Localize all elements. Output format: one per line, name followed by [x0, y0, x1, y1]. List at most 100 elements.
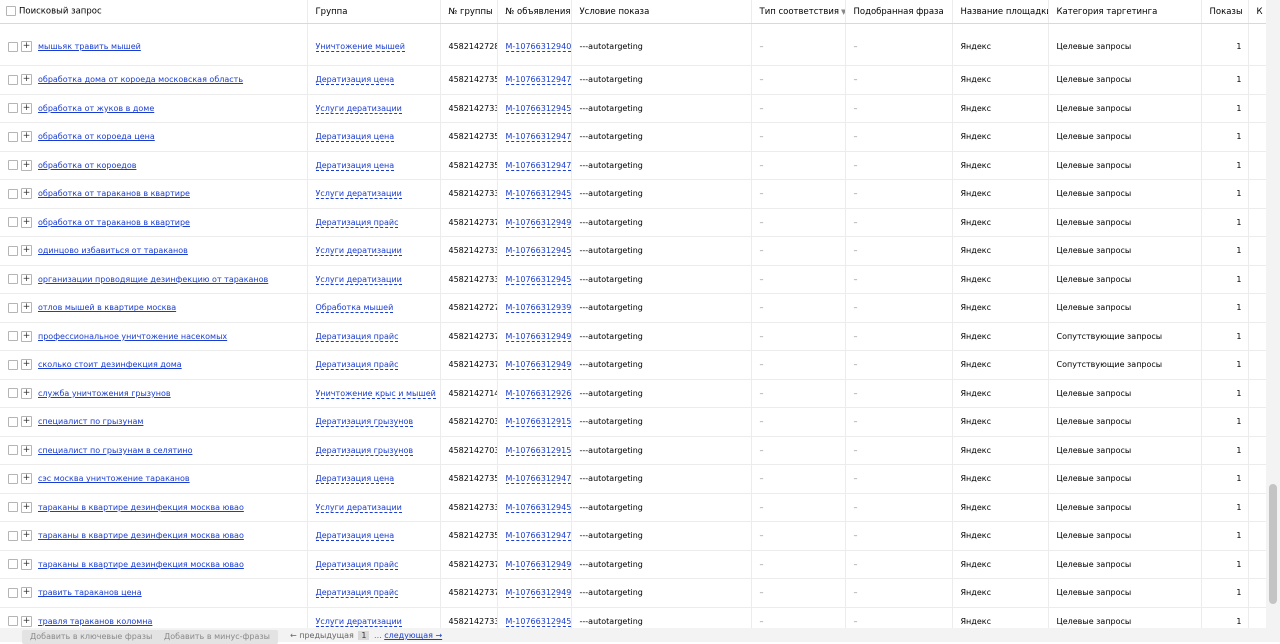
expand-plus-icon[interactable]: + [21, 216, 32, 228]
row-checkbox[interactable] [8, 160, 18, 171]
select-all-checkbox[interactable] [6, 6, 16, 17]
row-checkbox[interactable] [8, 103, 18, 114]
filter-triangle-down-icon[interactable]: ▼ [841, 8, 844, 16]
query-link[interactable]: организации проводящие дезинфекцию от та… [38, 275, 268, 284]
group-link[interactable]: Дератизация прайс [315, 360, 399, 371]
header-platform[interactable]: Название площадки [952, 0, 1049, 24]
group-link[interactable]: Услуги дератизации [315, 189, 402, 200]
row-checkbox[interactable] [8, 559, 18, 570]
group-link[interactable]: Дератизация прайс [315, 588, 399, 599]
query-link[interactable]: служба уничтожения грызунов [38, 389, 171, 398]
expand-plus-icon[interactable]: + [21, 615, 32, 627]
row-checkbox[interactable] [8, 131, 18, 142]
query-link[interactable]: обработка от тараканов в квартире [38, 189, 190, 198]
header-query[interactable]: Поисковый запрос [0, 0, 308, 24]
group-link[interactable]: Услуги дератизации [315, 616, 402, 627]
row-checkbox[interactable] [8, 274, 18, 285]
group-link[interactable]: Дератизация цена [315, 75, 395, 86]
group-link[interactable]: Услуги дератизации [315, 502, 402, 513]
expand-plus-icon[interactable]: + [21, 273, 32, 285]
query-link[interactable]: тараканы в квартире дезинфекция москва ю… [38, 560, 244, 569]
query-link[interactable]: специалист по грызунам [38, 417, 143, 426]
query-link[interactable]: сэс москва уничтожение тараканов [38, 474, 190, 483]
ad-link[interactable]: M-10766312945 [505, 103, 570, 114]
ad-link[interactable]: M-10766312945 [505, 274, 570, 285]
query-link[interactable]: травить тараканов цена [38, 588, 142, 597]
query-link[interactable]: обработка от короеда цена [38, 132, 155, 141]
group-link[interactable]: Уничтожение крыс и мышей [315, 388, 436, 399]
ad-link[interactable]: M-10766312915 [505, 445, 570, 456]
expand-plus-icon[interactable]: + [21, 587, 32, 599]
query-link[interactable]: обработка от жуков в доме [38, 104, 154, 113]
expand-plus-icon[interactable]: + [21, 302, 32, 314]
group-link[interactable]: Дератизация цена [315, 132, 395, 143]
row-checkbox[interactable] [8, 245, 18, 256]
row-checkbox[interactable] [8, 74, 18, 85]
header-phrase[interactable]: Подобранная фраза [845, 0, 953, 24]
row-checkbox[interactable] [8, 502, 18, 513]
expand-plus-icon[interactable]: + [21, 159, 32, 171]
ad-link[interactable]: M-10766312915 [505, 417, 570, 428]
header-group[interactable]: Группа [307, 0, 441, 24]
query-link[interactable]: одинцово избавиться от тараканов [38, 246, 188, 255]
query-link[interactable]: травля тараканов коломна [38, 617, 152, 626]
group-link[interactable]: Дератизация цена [315, 531, 395, 542]
ad-link[interactable]: M-10766312945 [505, 246, 570, 257]
expand-plus-icon[interactable]: + [21, 416, 32, 428]
expand-plus-icon[interactable]: + [21, 558, 32, 570]
header-group-no[interactable]: № группы [440, 0, 498, 24]
header-condition[interactable]: Условие показа [571, 0, 752, 24]
ad-link[interactable]: M-10766312926 [505, 388, 570, 399]
row-checkbox[interactable] [8, 188, 18, 199]
scrollbar-thumb[interactable] [1269, 484, 1277, 604]
header-impressions[interactable]: Показы [1201, 0, 1249, 24]
ad-link[interactable]: M-10766312945 [505, 189, 570, 200]
expand-plus-icon[interactable]: + [21, 188, 32, 200]
group-link[interactable]: Дератизация грызунов [315, 445, 414, 456]
expand-plus-icon[interactable]: + [21, 74, 32, 86]
vertical-scrollbar[interactable] [1266, 0, 1280, 628]
group-link[interactable]: Дератизация грызунов [315, 417, 414, 428]
ad-link[interactable]: M-10766312940 [505, 42, 570, 52]
row-checkbox[interactable] [8, 616, 18, 627]
row-checkbox[interactable] [8, 359, 18, 370]
header-category[interactable]: Категория таргетинга [1048, 0, 1202, 24]
row-checkbox[interactable] [8, 445, 18, 456]
query-link[interactable]: специалист по грызунам в селятино [38, 446, 192, 455]
expand-plus-icon[interactable]: + [21, 41, 32, 52]
current-page[interactable]: 1 [358, 631, 370, 640]
query-link[interactable]: обработка от короедов [38, 161, 136, 170]
group-link[interactable]: Уничтожение мышей [315, 42, 405, 52]
ad-link[interactable]: M-10766312945 [505, 616, 570, 627]
expand-plus-icon[interactable]: + [21, 473, 32, 485]
query-link[interactable]: профессиональное уничтожение насекомых [38, 332, 227, 341]
expand-plus-icon[interactable]: + [21, 359, 32, 371]
ad-link[interactable]: M-10766312947 [505, 132, 570, 143]
expand-plus-icon[interactable]: + [21, 102, 32, 114]
query-link[interactable]: тараканы в квартире дезинфекция москва ю… [38, 503, 244, 512]
group-link[interactable]: Дератизация прайс [315, 331, 399, 342]
ad-link[interactable]: M-10766312947 [505, 75, 570, 86]
ad-link[interactable]: M-10766312949 [505, 360, 570, 371]
row-checkbox[interactable] [8, 587, 18, 598]
expand-plus-icon[interactable]: + [21, 245, 32, 257]
expand-plus-icon[interactable]: + [21, 501, 32, 513]
group-link[interactable]: Дератизация цена [315, 160, 395, 171]
prev-page-link[interactable]: ← предыдущая [290, 631, 354, 640]
group-link[interactable]: Дератизация цена [315, 474, 395, 485]
ad-link[interactable]: M-10766312949 [505, 331, 570, 342]
group-link[interactable]: Дератизация прайс [315, 559, 399, 570]
row-checkbox[interactable] [8, 331, 18, 342]
expand-plus-icon[interactable]: + [21, 330, 32, 342]
query-link[interactable]: тараканы в квартире дезинфекция москва ю… [38, 531, 244, 540]
ad-link[interactable]: M-10766312947 [505, 160, 570, 171]
header-extra[interactable]: К [1248, 0, 1266, 24]
group-link[interactable]: Обработка мышей [315, 303, 394, 314]
ad-link[interactable]: M-10766312947 [505, 531, 570, 542]
query-link[interactable]: обработка дома от короеда московская обл… [38, 75, 243, 84]
query-link[interactable]: обработка от тараканов в квартире [38, 218, 190, 227]
row-checkbox[interactable] [8, 388, 18, 399]
query-link[interactable]: отлов мышей в квартире москва [38, 303, 176, 312]
query-link[interactable]: мышьяк травить мышей [38, 42, 141, 51]
expand-plus-icon[interactable]: + [21, 387, 32, 399]
